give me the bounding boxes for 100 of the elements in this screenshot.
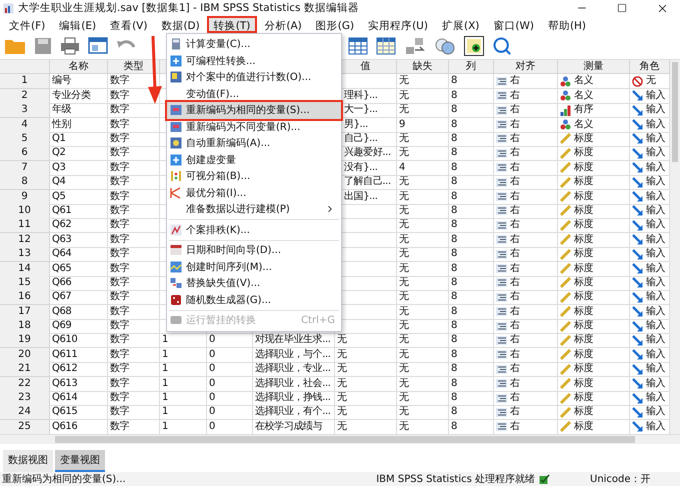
- table-cell: 1: [160, 348, 207, 363]
- add-chart-icon[interactable]: [464, 36, 484, 56]
- table-cell: 无: [397, 132, 449, 147]
- search-icon[interactable]: [492, 36, 512, 56]
- save-icon[interactable]: [34, 37, 52, 56]
- table-cell: 右: [510, 376, 520, 391]
- table-cell: 右: [510, 348, 520, 362]
- menu-item[interactable]: 随机数生成器(G)...: [167, 292, 341, 308]
- arrow-icon: [632, 334, 643, 346]
- table-cell: Q66: [50, 276, 108, 291]
- align-right-icon: [496, 134, 507, 144]
- variables-icon[interactable]: [404, 37, 426, 56]
- align-right-icon: [496, 206, 507, 216]
- table-cell: 右: [510, 304, 520, 319]
- table-cell: 右: [510, 290, 520, 304]
- table-cell: Q65: [50, 262, 108, 276]
- table-cell: 标度: [574, 420, 594, 434]
- menu-item[interactable]: 窗口(W): [486, 16, 541, 33]
- table-cell: 右: [510, 118, 520, 132]
- menu-item[interactable]: 扩展(X): [434, 16, 486, 33]
- binning-icon: [170, 170, 182, 182]
- ruler-icon: [560, 378, 571, 390]
- table-cell: 8: [449, 405, 494, 420]
- table-cell: 名义: [574, 74, 594, 88]
- maximize-icon[interactable]: [617, 3, 627, 13]
- table-cell: Q64: [50, 247, 108, 262]
- menu-item[interactable]: 重新编码为相同的变量(S)...: [167, 102, 341, 118]
- menu-item[interactable]: 文件(F): [2, 16, 52, 33]
- table-cell: 右: [510, 74, 520, 88]
- row-number: 25: [0, 420, 50, 435]
- table-cell: 无: [335, 348, 397, 363]
- align-right-icon: [496, 307, 507, 316]
- ruler-icon: [560, 191, 571, 202]
- table-cell: 右: [510, 132, 520, 146]
- table-cell: 输入: [646, 103, 666, 118]
- table-cell: 输入: [646, 304, 666, 319]
- view-tab[interactable]: 数据视图: [3, 450, 53, 472]
- row-number: 16: [0, 290, 50, 306]
- table-cell: 9: [397, 118, 449, 133]
- vertical-scrollbar[interactable]: [670, 60, 680, 434]
- table-cell: 4: [397, 160, 449, 176]
- table-cell: 8: [449, 262, 494, 276]
- align-right-icon: [496, 163, 507, 172]
- menu-item[interactable]: 分析(A): [257, 16, 309, 33]
- grid-icon[interactable]: [348, 37, 368, 56]
- count-icon: [170, 71, 182, 84]
- align-right-icon: [496, 178, 507, 187]
- scrollbar-thumb[interactable]: [672, 62, 678, 162]
- app-icon: [3, 2, 14, 14]
- table-cell: 标度: [574, 362, 594, 376]
- menu-item[interactable]: 创建时间序列(M)...: [167, 258, 341, 275]
- dialog-icon[interactable]: [88, 37, 108, 56]
- row-number: 15: [0, 276, 50, 291]
- arrow-icon: [632, 104, 643, 116]
- printer-icon[interactable]: [60, 37, 80, 56]
- circles-icon[interactable]: [434, 37, 456, 56]
- table-cell: 数字: [108, 405, 160, 420]
- table-cell: Q5: [50, 190, 108, 205]
- table-cell: 数字: [108, 304, 160, 320]
- view-tab[interactable]: 变量视图: [55, 450, 105, 472]
- menu-item[interactable]: 编辑(E): [52, 16, 104, 33]
- menu-item[interactable]: 实用程序(U): [361, 16, 435, 33]
- arrow-icon: [632, 176, 643, 188]
- menu-item[interactable]: 数据(D): [154, 16, 207, 33]
- table-cell: 右: [510, 160, 520, 175]
- horizontal-scrollbar[interactable]: [0, 434, 680, 444]
- table-cell: 标度: [574, 146, 594, 160]
- table-cell: 0: [207, 405, 253, 420]
- menu-item[interactable]: 查看(V): [103, 16, 154, 33]
- column-header: 列: [449, 60, 494, 74]
- menu-item[interactable]: 图形(G): [308, 16, 362, 33]
- table-cell: 0: [207, 348, 253, 363]
- table-cell: 输入: [646, 175, 666, 190]
- ruler-icon: [560, 306, 571, 318]
- table-cell: 8: [449, 160, 494, 176]
- table-cell: 无: [335, 333, 397, 348]
- table-cell: 无: [397, 362, 449, 378]
- menu-item[interactable]: 日期和时间向导(D)...: [167, 242, 341, 258]
- align-right-icon: [496, 91, 507, 100]
- table-cell: 无: [335, 391, 397, 406]
- table-cell: 名义: [574, 88, 594, 103]
- table-cell: 标度: [574, 232, 594, 247]
- table-cell: Q610: [50, 333, 108, 348]
- row-number: 24: [0, 405, 50, 420]
- menu-item[interactable]: 计算变量(C)...: [167, 36, 341, 52]
- arrow-icon: [632, 292, 643, 303]
- table-cell: 标度: [574, 319, 594, 334]
- table-cell: 右: [510, 420, 520, 434]
- menu-item[interactable]: 帮助(H): [540, 16, 594, 33]
- row-number: 8: [0, 175, 50, 190]
- rank-icon: [170, 224, 182, 236]
- ruler-icon: [560, 406, 571, 418]
- table-cell: 8: [449, 232, 494, 248]
- menu-item[interactable]: 个案排秩(K)...: [167, 222, 341, 238]
- scrollbar-thumb[interactable]: [55, 436, 635, 444]
- table-cell: 数字: [108, 376, 160, 392]
- table-icon[interactable]: [376, 37, 396, 56]
- row-number: 3: [0, 103, 50, 118]
- menu-item[interactable]: 转换(T): [206, 16, 258, 33]
- menu-item[interactable]: 替换缺失值(V)...: [167, 275, 341, 292]
